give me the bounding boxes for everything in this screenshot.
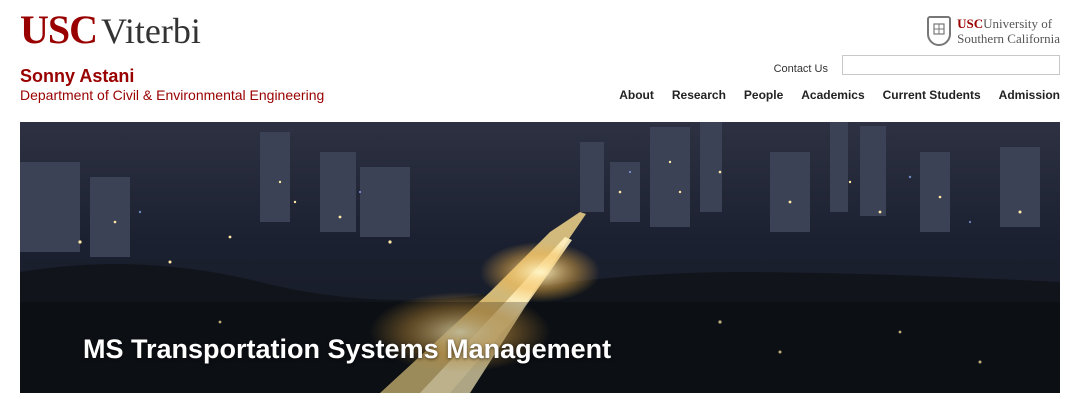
page-title: MS Transportation Systems Management xyxy=(83,334,612,364)
nav-item-people[interactable]: People xyxy=(744,88,783,102)
nav-item-about[interactable]: About xyxy=(619,88,654,102)
nav-item-research[interactable]: Research xyxy=(672,88,726,102)
logo-viterbi-text: Viterbi xyxy=(101,11,201,51)
nav-item-academics[interactable]: Academics xyxy=(801,88,864,102)
hero-banner: MS Transportation Systems Management xyxy=(20,122,1060,393)
school-name[interactable]: Sonny Astani xyxy=(20,66,134,87)
usc-viterbi-logo[interactable]: USC Viterbi xyxy=(20,10,201,50)
usc-university-logo[interactable]: USCUniversity of Southern California xyxy=(927,16,1060,46)
search-input[interactable] xyxy=(842,55,1060,75)
nav-item-current-students[interactable]: Current Students xyxy=(883,88,981,102)
site-header: USC Viterbi Sonny Astani Department of C… xyxy=(0,0,1080,122)
department-name[interactable]: Department of Civil & Environmental Engi… xyxy=(20,87,324,103)
page: USC Viterbi Sonny Astani Department of C… xyxy=(0,0,1080,412)
usc-seal-icon xyxy=(927,16,952,46)
main-nav: About Research People Academics Current … xyxy=(619,88,1060,102)
logo-usc-text: USC xyxy=(20,7,98,52)
nav-item-admission[interactable]: Admission xyxy=(999,88,1060,102)
university-name: USCUniversity of Southern California xyxy=(957,16,1060,46)
contact-us-link[interactable]: Contact Us xyxy=(774,63,828,75)
